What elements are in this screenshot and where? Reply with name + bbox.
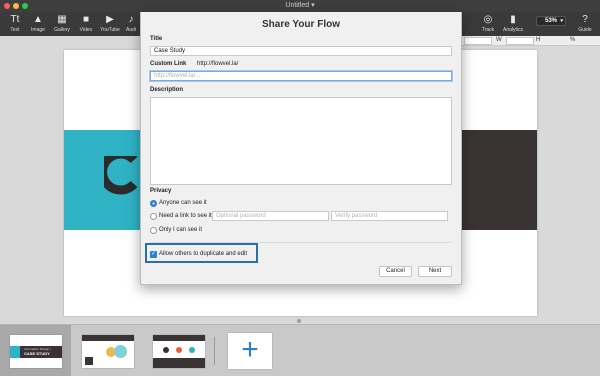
chevron-down-icon: ▾ — [560, 18, 563, 24]
custom-link-input[interactable]: http://flowvel.la/... — [150, 71, 452, 81]
thumb1-title: CASE STUDY — [24, 351, 50, 356]
inspector-strip: W H % — [460, 36, 600, 46]
toolbar-track-button[interactable]: ◎ Track — [475, 14, 501, 33]
optional-password-input[interactable]: Optional password — [212, 211, 329, 221]
slide-filmstrip: Information Design | CASE STUDY + — [0, 324, 600, 376]
thumb3-dot-1 — [163, 347, 169, 353]
privacy-link-label[interactable]: Need a link to see it — [159, 213, 212, 219]
toolbar-gallery-label: Gallery — [54, 27, 70, 33]
guide-icon: ? — [582, 14, 588, 25]
resize-handle[interactable] — [297, 319, 301, 323]
toolbar-image-button[interactable]: ▲ Image — [25, 14, 51, 33]
toolbar-gallery-button[interactable]: ▦ Gallery — [49, 14, 75, 33]
custom-link-label: Custom Link — [150, 61, 187, 67]
slide-thumbnail-3[interactable] — [153, 335, 205, 368]
toolbar-video-button[interactable]: ■ Video — [73, 14, 99, 33]
slide-dark-band — [459, 130, 537, 230]
next-button[interactable]: Next — [418, 266, 452, 277]
toolbar-guide-label: Guide — [578, 27, 592, 33]
zoom-select[interactable]: 53% ▾ — [536, 16, 566, 26]
thumb3-dot-3 — [189, 347, 195, 353]
toolbar-guide-button[interactable]: ? Guide — [572, 14, 598, 33]
inspector-w-field[interactable] — [506, 37, 534, 45]
thumb2-block — [85, 357, 93, 365]
description-textarea[interactable] — [150, 97, 452, 185]
title-label: Title — [150, 36, 163, 42]
toolbar-image-label: Image — [31, 27, 45, 33]
image-icon: ▲ — [33, 14, 43, 25]
video-icon: ■ — [82, 14, 90, 25]
toolbar-video-label: Video — [79, 27, 93, 33]
title-input[interactable]: Case Study — [150, 46, 452, 56]
privacy-anyone-label[interactable]: Anyone can see it — [159, 200, 207, 206]
window-title[interactable]: Untitled ▾ — [0, 1, 600, 9]
zoom-value: 53% — [544, 18, 557, 24]
inspector-w-label: W — [496, 37, 502, 43]
verify-password-input[interactable]: Verify password — [331, 211, 448, 221]
inspector-h-label: H — [536, 37, 541, 43]
thumb3-header — [153, 335, 205, 341]
dialog-title: Share Your Flow — [262, 19, 340, 30]
filmstrip-divider — [214, 337, 215, 365]
thumb1-teal — [10, 346, 20, 358]
description-label: Description — [150, 87, 184, 93]
privacy-radio-anyone[interactable] — [150, 200, 157, 207]
track-icon: ◎ — [483, 14, 493, 25]
allow-duplicate-label[interactable]: Allow others to duplicate and edit — [159, 251, 247, 257]
inspector-pct-label: % — [570, 37, 576, 43]
add-slide-button[interactable]: + — [228, 333, 272, 369]
privacy-only-me-label[interactable]: Only I can see it — [159, 227, 202, 233]
slide-thumbnail-2[interactable] — [82, 335, 134, 368]
privacy-label: Privacy — [150, 188, 172, 194]
custom-link-base: http://flowvel.la/ — [197, 61, 239, 67]
thumb3-footer — [153, 358, 205, 368]
toolbar-analytics-label: Analytics — [502, 27, 523, 33]
analytics-icon: ▮ — [510, 14, 516, 25]
share-flow-dialog: Share Your Flow Title Case Study Custom … — [140, 12, 462, 285]
toolbar-track-label: Track — [481, 27, 495, 33]
thumb2-header — [82, 335, 134, 341]
privacy-radio-link[interactable] — [150, 213, 157, 220]
allow-duplicate-checkbox[interactable]: ✓ — [150, 251, 157, 258]
slide-logo-icon — [104, 156, 138, 195]
slide-thumbnail-1[interactable]: Information Design | CASE STUDY — [10, 335, 62, 368]
inspector-x-field[interactable] — [464, 37, 492, 45]
window-titlebar: Untitled ▾ — [0, 0, 600, 12]
cancel-button[interactable]: Cancel — [379, 266, 412, 277]
thumb2-circle-teal — [114, 345, 127, 358]
gallery-icon: ▦ — [57, 14, 67, 25]
thumb3-dot-2 — [176, 347, 182, 353]
toolbar-analytics-button[interactable]: ▮ Analytics — [500, 14, 526, 33]
privacy-radio-only-me[interactable] — [150, 227, 157, 234]
